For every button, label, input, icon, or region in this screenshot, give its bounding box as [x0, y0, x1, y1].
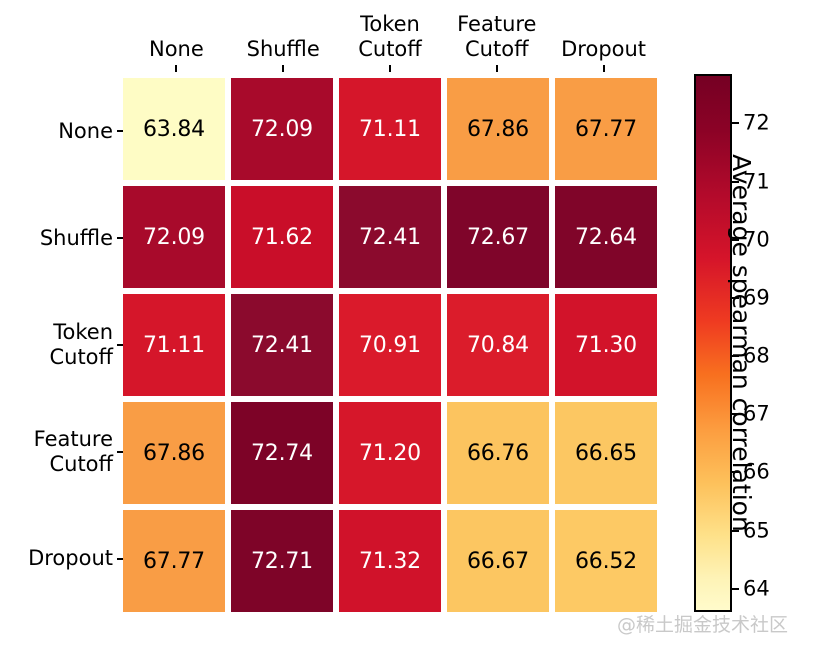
x-tick-mark-3: [496, 65, 498, 72]
heatmap-cell: 71.11: [123, 294, 225, 396]
heatmap-cell: 71.32: [339, 510, 441, 612]
x-tick-label-4: Dropout: [561, 37, 647, 61]
y-axis-tick-labels: None Shuffle Token Cutoff Feature Cutoff…: [0, 78, 116, 612]
heatmap-cell: 67.77: [555, 78, 657, 180]
heatmap-cell: 71.20: [339, 402, 441, 504]
heatmap-cell: 67.86: [123, 402, 225, 504]
heatmap-cell: 72.67: [447, 186, 549, 288]
heatmap-cell: 72.41: [231, 294, 333, 396]
heatmap-cell: 72.41: [339, 186, 441, 288]
x-tick-mark-0: [175, 65, 177, 72]
heatmap-figure: None Shuffle Token Cutoff Feature Cutoff…: [0, 0, 826, 650]
heatmap-cell: 66.67: [447, 510, 549, 612]
heatmap-cell: 72.74: [231, 402, 333, 504]
heatmap-cell: 71.11: [339, 78, 441, 180]
x-axis-tick-labels: None Shuffle Token Cutoff Feature Cutoff…: [123, 6, 657, 62]
x-tick-label-0: None: [149, 37, 204, 61]
heatmap-cell: 66.52: [555, 510, 657, 612]
heatmap-cell: 63.84: [123, 78, 225, 180]
heatmap-cell: 71.30: [555, 294, 657, 396]
heatmap-cell: 72.09: [123, 186, 225, 288]
x-tick-label-2: Token Cutoff: [358, 12, 422, 61]
heatmap-cell: 66.65: [555, 402, 657, 504]
colorbar-axis-label: Average spearman correlation: [727, 154, 756, 532]
heatmap-cell: 72.71: [231, 510, 333, 612]
heatmap-cell: 72.64: [555, 186, 657, 288]
x-tick-label-1: Shuffle: [246, 37, 320, 61]
heatmap-cell: 71.62: [231, 186, 333, 288]
y-tick-label-2: Token Cutoff: [49, 319, 113, 369]
y-tick-label-3: Feature Cutoff: [33, 426, 113, 476]
heatmap-cell: 70.84: [447, 294, 549, 396]
heatmap-cell: 72.09: [231, 78, 333, 180]
heatmap-cell: 67.86: [447, 78, 549, 180]
heatmap-cell: 70.91: [339, 294, 441, 396]
x-tick-label-3: Feature Cutoff: [457, 12, 537, 61]
heatmap-grid: 63.84 72.09 71.11 67.86 67.77 72.09 71.62 72.41…: [123, 78, 657, 612]
y-tick-label-1: Shuffle: [39, 225, 113, 250]
x-tick-mark-2: [389, 65, 391, 72]
y-tick-label-0: None: [58, 118, 113, 143]
x-tick-mark-1: [282, 65, 284, 72]
y-tick-label-4: Dropout: [28, 546, 113, 571]
heatmap-cell: 66.76: [447, 402, 549, 504]
heatmap-cell: 67.77: [123, 510, 225, 612]
watermark: @稀土掘金技术社区: [617, 614, 789, 636]
x-tick-mark-4: [603, 65, 605, 72]
